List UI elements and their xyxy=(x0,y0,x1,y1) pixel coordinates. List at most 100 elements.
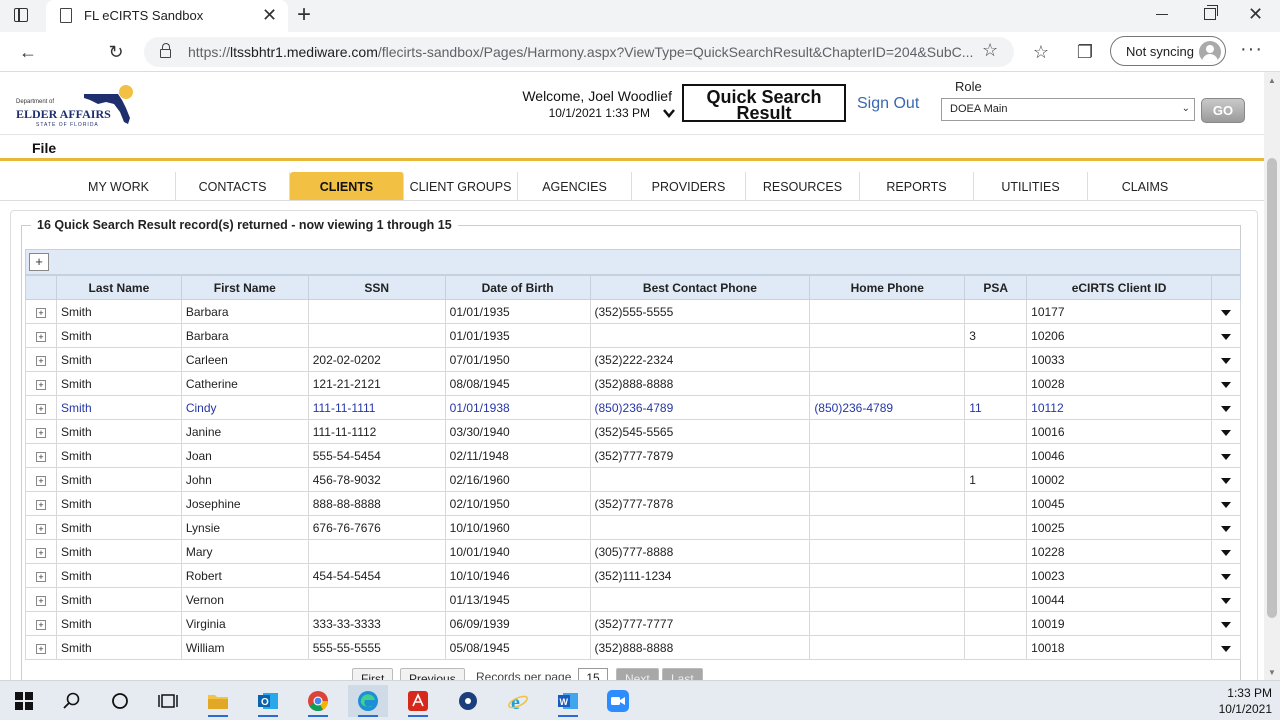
sign-out-link[interactable]: Sign Out xyxy=(857,95,919,113)
row-menu-caret-icon[interactable] xyxy=(1220,573,1231,580)
role-select[interactable]: DOEA Main ⌄ xyxy=(941,98,1195,121)
header-home-phone[interactable]: Home Phone xyxy=(809,275,966,300)
table-row[interactable]: + Smith Virginia 333-33-3333 06/09/1939 (352)… xyxy=(25,611,1242,636)
expand-row-icon[interactable]: + xyxy=(35,475,46,486)
table-row[interactable]: + Smith Joan 555-54-5454 02/11/1948 (352)777-… xyxy=(25,443,1242,468)
taskbar-internet-explorer[interactable]: e xyxy=(498,685,538,717)
row-menu-caret-icon[interactable] xyxy=(1220,645,1231,652)
expand-row-icon[interactable]: + xyxy=(35,643,46,654)
table-row[interactable]: + Smith William 555-55-5555 05/08/1945 (352)8… xyxy=(25,635,1242,660)
taskbar-media-app[interactable] xyxy=(448,685,488,717)
start-button[interactable] xyxy=(4,685,44,717)
window-close-icon[interactable]: ✕ xyxy=(1248,4,1263,24)
expand-row-icon[interactable]: + xyxy=(35,571,46,582)
header-first-name[interactable]: First Name xyxy=(180,275,309,300)
address-bar[interactable]: https://ltssbhtr1.mediware.com/flecirts-… xyxy=(144,37,1014,67)
taskbar-word[interactable]: W xyxy=(548,685,588,717)
table-row[interactable]: + Smith Josephine 888-88-8888 02/10/1950 (352… xyxy=(25,491,1242,516)
new-tab-icon[interactable]: + xyxy=(292,3,316,27)
expand-row-icon[interactable]: + xyxy=(35,451,46,462)
first-page-button[interactable]: First xyxy=(352,668,394,680)
taskbar-file-explorer[interactable] xyxy=(198,685,238,717)
expand-all-button[interactable]: + xyxy=(29,253,49,271)
row-menu-caret-icon[interactable] xyxy=(1220,309,1231,316)
taskbar-zoom[interactable] xyxy=(598,685,638,717)
row-menu-caret-icon[interactable] xyxy=(1220,453,1231,460)
taskbar-edge[interactable] xyxy=(348,685,388,717)
close-tab-icon[interactable]: ✕ xyxy=(262,5,277,25)
expand-row-icon[interactable]: + xyxy=(35,331,46,342)
tab-clients[interactable]: CLIENTS xyxy=(290,172,404,200)
tab-my-work[interactable]: MY WORK xyxy=(62,172,176,200)
expand-row-icon[interactable]: + xyxy=(35,547,46,558)
file-menu[interactable]: File xyxy=(32,140,56,156)
refresh-icon[interactable]: ↻ xyxy=(104,40,128,64)
table-row[interactable]: + Smith Cindy 111-11-1111 01/01/1938 (850)236… xyxy=(25,395,1242,420)
header-psa[interactable]: PSA xyxy=(964,275,1028,300)
taskbar-acrobat[interactable] xyxy=(398,685,438,717)
scroll-down-icon[interactable]: ▼ xyxy=(1268,668,1276,677)
table-row[interactable]: + Smith Janine 111-11-1112 03/30/1940 (352)54… xyxy=(25,419,1242,444)
restore-icon[interactable] xyxy=(1204,5,1218,20)
cortana-button[interactable] xyxy=(100,685,140,717)
row-menu-caret-icon[interactable] xyxy=(1220,477,1231,484)
chevron-down-icon[interactable] xyxy=(662,106,676,120)
table-row[interactable]: + Smith Barbara 01/01/1935 3 10206 xyxy=(25,323,1242,348)
row-menu-caret-icon[interactable] xyxy=(1220,429,1231,436)
add-favorite-icon[interactable]: ☆ xyxy=(982,40,998,61)
previous-page-button[interactable]: Previous xyxy=(400,668,465,680)
row-menu-caret-icon[interactable] xyxy=(1220,333,1231,340)
back-icon[interactable]: ← xyxy=(16,40,40,64)
minimize-icon[interactable] xyxy=(1156,14,1168,15)
row-menu-caret-icon[interactable] xyxy=(1220,405,1231,412)
table-row[interactable]: + Smith Carleen 202-02-0202 07/01/1950 (352)2… xyxy=(25,347,1242,372)
browser-tab[interactable]: FL eCIRTS Sandbox ✕ xyxy=(46,0,288,32)
system-clock[interactable]: 1:33 PM 10/1/2021 xyxy=(1190,685,1272,717)
row-menu-caret-icon[interactable] xyxy=(1220,597,1231,604)
row-menu-caret-icon[interactable] xyxy=(1220,525,1231,532)
expand-row-icon[interactable]: + xyxy=(35,379,46,390)
search-button[interactable] xyxy=(52,685,92,717)
expand-row-icon[interactable]: + xyxy=(35,595,46,606)
table-row[interactable]: + Smith Robert 454-54-5454 10/10/1946 (352)11… xyxy=(25,563,1242,588)
tab-claims[interactable]: CLAIMS xyxy=(1088,172,1202,200)
records-per-page-input[interactable]: 15 xyxy=(578,668,608,680)
scroll-up-icon[interactable]: ▲ xyxy=(1268,76,1276,85)
tab-reports[interactable]: REPORTS xyxy=(860,172,974,200)
table-row[interactable]: + Smith Lynsie 676-76-7676 10/10/1960 10025 xyxy=(25,515,1242,540)
go-button[interactable]: GO xyxy=(1201,98,1245,123)
taskbar-outlook[interactable]: O xyxy=(248,685,288,717)
task-view-button[interactable] xyxy=(148,685,188,717)
scroll-thumb[interactable] xyxy=(1267,158,1277,618)
tab-actions-icon[interactable] xyxy=(14,7,28,22)
taskbar-chrome[interactable] xyxy=(298,685,338,717)
scrollbar[interactable]: ▲ ▼ xyxy=(1264,72,1280,680)
table-row[interactable]: + Smith John 456-78-9032 02/16/1960 1 10002 xyxy=(25,467,1242,492)
elder-affairs-logo[interactable]: Department of ELDER AFFAIRS STATE OF FLO… xyxy=(14,82,144,128)
tab-providers[interactable]: PROVIDERS xyxy=(632,172,746,200)
table-row[interactable]: + Smith Vernon 01/13/1945 10044 xyxy=(25,587,1242,612)
row-menu-caret-icon[interactable] xyxy=(1220,357,1231,364)
row-menu-caret-icon[interactable] xyxy=(1220,621,1231,628)
more-menu-icon[interactable]: ··· xyxy=(1240,38,1263,61)
next-page-button[interactable]: Next xyxy=(616,668,659,680)
profile-sync-button[interactable]: Not syncing xyxy=(1110,36,1226,66)
tab-contacts[interactable]: CONTACTS xyxy=(176,172,290,200)
tab-utilities[interactable]: UTILITIES xyxy=(974,172,1088,200)
row-menu-caret-icon[interactable] xyxy=(1220,501,1231,508)
expand-row-icon[interactable]: + xyxy=(35,307,46,318)
last-page-button[interactable]: Last xyxy=(662,668,703,680)
header-best-contact-phone[interactable]: Best Contact Phone xyxy=(589,275,811,300)
header-ssn[interactable]: SSN xyxy=(307,275,446,300)
table-row[interactable]: + Smith Mary 10/01/1940 (305)777-8888 10228 xyxy=(25,539,1242,564)
expand-row-icon[interactable]: + xyxy=(35,523,46,534)
header-client-id[interactable]: eCIRTS Client ID xyxy=(1026,275,1212,300)
header-last-name[interactable]: Last Name xyxy=(55,275,182,300)
favorites-icon[interactable]: ☆ xyxy=(1030,41,1052,63)
expand-row-icon[interactable]: + xyxy=(35,355,46,366)
collections-icon[interactable]: ❐ xyxy=(1074,41,1096,63)
row-menu-caret-icon[interactable] xyxy=(1220,381,1231,388)
expand-row-icon[interactable]: + xyxy=(35,499,46,510)
tab-client-groups[interactable]: CLIENT GROUPS xyxy=(404,172,518,200)
table-row[interactable]: + Smith Barbara 01/01/1935 (352)555-5555 1017… xyxy=(25,299,1242,324)
